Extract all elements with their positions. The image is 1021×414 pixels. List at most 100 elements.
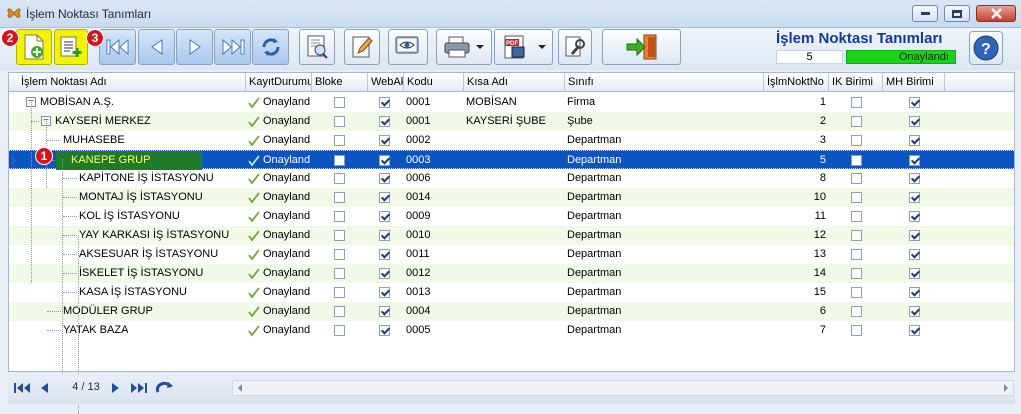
webactive-checkbox[interactable] bbox=[379, 116, 390, 127]
maximize-button[interactable] bbox=[944, 5, 970, 22]
mh-checkbox[interactable] bbox=[909, 306, 920, 317]
table-row[interactable]: KASA İŞ İSTASYONU Onaylandı 0013 Departman 1… bbox=[9, 283, 1014, 302]
bloke-checkbox[interactable] bbox=[334, 268, 345, 279]
bloke-checkbox[interactable] bbox=[334, 135, 345, 146]
table-row[interactable]: −KANEPE GRUPOnaylandı0003Departman5 bbox=[9, 150, 1014, 170]
ik-checkbox[interactable] bbox=[851, 135, 862, 146]
table-row[interactable]: YAY KARKASI İŞ İSTASYONU Onaylandı 0010 Dep… bbox=[9, 226, 1014, 245]
nav-prev-button[interactable] bbox=[36, 380, 52, 396]
bloke-checkbox[interactable] bbox=[334, 325, 345, 336]
view-button[interactable] bbox=[388, 29, 428, 65]
webactive-checkbox[interactable] bbox=[379, 287, 390, 298]
table-row[interactable]: MODÜLER GRUP Onaylandı 0004 Departman 6 bbox=[9, 302, 1014, 321]
ik-checkbox[interactable] bbox=[851, 325, 862, 336]
ik-checkbox[interactable] bbox=[851, 116, 862, 127]
table-row[interactable]: MONTAJ İŞ İSTASYONU Onaylandı 0014 Departma… bbox=[9, 188, 1014, 207]
webactive-checkbox[interactable] bbox=[379, 135, 390, 146]
refresh-button[interactable] bbox=[252, 29, 289, 65]
mh-checkbox[interactable] bbox=[909, 116, 920, 127]
ik-checkbox[interactable] bbox=[851, 230, 862, 241]
ik-checkbox[interactable] bbox=[851, 173, 862, 184]
ik-checkbox[interactable] bbox=[851, 192, 862, 203]
mh-checkbox[interactable] bbox=[909, 135, 920, 146]
first-record-button[interactable] bbox=[99, 29, 136, 65]
bloke-column-header[interactable]: Bloke bbox=[312, 73, 368, 91]
ik-column-header[interactable]: IK Birimi bbox=[829, 73, 883, 91]
code-column-header[interactable]: Kodu bbox=[404, 73, 464, 91]
nav-last-button[interactable] bbox=[128, 380, 150, 396]
mh-checkbox[interactable] bbox=[909, 287, 920, 298]
bloke-checkbox[interactable] bbox=[334, 97, 345, 108]
mh-checkbox[interactable] bbox=[909, 155, 920, 166]
mh-checkbox[interactable] bbox=[909, 211, 920, 222]
mh-checkbox[interactable] bbox=[909, 97, 920, 108]
bloke-checkbox[interactable] bbox=[334, 192, 345, 203]
nav-next-button[interactable] bbox=[108, 380, 124, 396]
webactive-checkbox[interactable] bbox=[379, 155, 390, 166]
pdf-export-button[interactable]: PDF bbox=[494, 29, 553, 65]
bloke-checkbox[interactable] bbox=[334, 173, 345, 184]
nav-refresh-button[interactable] bbox=[154, 380, 176, 396]
ik-checkbox[interactable] bbox=[851, 306, 862, 317]
webactive-checkbox[interactable] bbox=[379, 97, 390, 108]
name-column-header[interactable]: İşlem Noktası Adı bbox=[18, 73, 246, 91]
class-column-header[interactable]: Sınıfı bbox=[565, 73, 764, 91]
table-row[interactable]: YATAK BAZA Onaylandı 0005 Departman 7 bbox=[9, 321, 1014, 340]
webactive-column-header[interactable]: WebAk bbox=[368, 73, 404, 91]
close-button[interactable] bbox=[976, 5, 1016, 22]
webactive-checkbox[interactable] bbox=[379, 249, 390, 260]
webactive-checkbox[interactable] bbox=[379, 230, 390, 241]
mh-checkbox[interactable] bbox=[909, 230, 920, 241]
webactive-checkbox[interactable] bbox=[379, 268, 390, 279]
add-child-button[interactable] bbox=[54, 29, 88, 65]
help-button[interactable]: ? bbox=[969, 31, 1003, 65]
minimize-button[interactable] bbox=[912, 5, 938, 22]
mh-checkbox[interactable] bbox=[909, 325, 920, 336]
ik-checkbox[interactable] bbox=[851, 287, 862, 298]
point-no-column-header[interactable]: İşlmNoktNo bbox=[764, 73, 829, 91]
bloke-checkbox[interactable] bbox=[334, 211, 345, 222]
preview-button[interactable] bbox=[299, 29, 335, 65]
ik-checkbox[interactable] bbox=[851, 97, 862, 108]
table-row[interactable]: KAPİTONE İŞ İSTASYONU Onaylandı 0006 Depart… bbox=[9, 169, 1014, 188]
bloke-checkbox[interactable] bbox=[334, 155, 345, 166]
add-new-button[interactable] bbox=[16, 29, 52, 65]
short-name-column-header[interactable]: Kısa Adı bbox=[464, 73, 565, 91]
mh-checkbox[interactable] bbox=[909, 192, 920, 203]
print-button[interactable] bbox=[436, 29, 492, 65]
table-row[interactable]: KOL İŞ İSTASYONU Onaylandı 0009 Departman 11 bbox=[9, 207, 1014, 226]
ik-checkbox[interactable] bbox=[851, 268, 862, 279]
exit-button[interactable] bbox=[602, 29, 681, 65]
bloke-checkbox[interactable] bbox=[334, 116, 345, 127]
bloke-checkbox[interactable] bbox=[334, 306, 345, 317]
last-record-button[interactable] bbox=[214, 29, 251, 65]
ik-checkbox[interactable] bbox=[851, 249, 862, 260]
prev-record-button[interactable] bbox=[138, 29, 175, 65]
nav-first-button[interactable] bbox=[12, 380, 32, 396]
bloke-checkbox[interactable] bbox=[334, 230, 345, 241]
ik-checkbox[interactable] bbox=[851, 155, 862, 166]
ik-checkbox[interactable] bbox=[851, 211, 862, 222]
table-row[interactable]: AKSESUAR İŞ İSTASYONU Onaylandı 0011 Depart… bbox=[9, 245, 1014, 264]
bloke-checkbox[interactable] bbox=[334, 249, 345, 260]
table-row[interactable]: İSKELET İŞ İSTASYONU Onaylandı 0012 Departm… bbox=[9, 264, 1014, 283]
webactive-checkbox[interactable] bbox=[379, 325, 390, 336]
mh-checkbox[interactable] bbox=[909, 268, 920, 279]
webactive-checkbox[interactable] bbox=[379, 173, 390, 184]
mh-column-header[interactable]: MH Birimi bbox=[883, 73, 945, 91]
next-record-button[interactable] bbox=[176, 29, 213, 65]
table-row[interactable]: − MOBİSAN A.Ş. Onaylandı 0001 MOBİSAN Firma 1 bbox=[9, 93, 1014, 112]
mh-checkbox[interactable] bbox=[909, 173, 920, 184]
edit-button[interactable] bbox=[344, 29, 380, 65]
webactive-checkbox[interactable] bbox=[379, 306, 390, 317]
bloke-checkbox[interactable] bbox=[334, 287, 345, 298]
tools-button[interactable] bbox=[558, 29, 592, 65]
webactive-checkbox[interactable] bbox=[379, 192, 390, 203]
table-row[interactable]: MUHASEBE Onaylandı 0002 Departman 3 bbox=[9, 131, 1014, 150]
webactive-checkbox[interactable] bbox=[379, 211, 390, 222]
status-column-header[interactable]: KayıtDurumu bbox=[246, 73, 312, 91]
horizontal-scrollbar[interactable] bbox=[232, 380, 1014, 396]
table-row[interactable]: − KAYSERİ MERKEZ Onaylandı 0001 KAYSERİ ŞUBE… bbox=[9, 112, 1014, 131]
mh-checkbox[interactable] bbox=[909, 249, 920, 260]
tree-grid[interactable]: İşlem Noktası Adı KayıtDurumu Bloke WebAk Ko… bbox=[8, 72, 1015, 414]
